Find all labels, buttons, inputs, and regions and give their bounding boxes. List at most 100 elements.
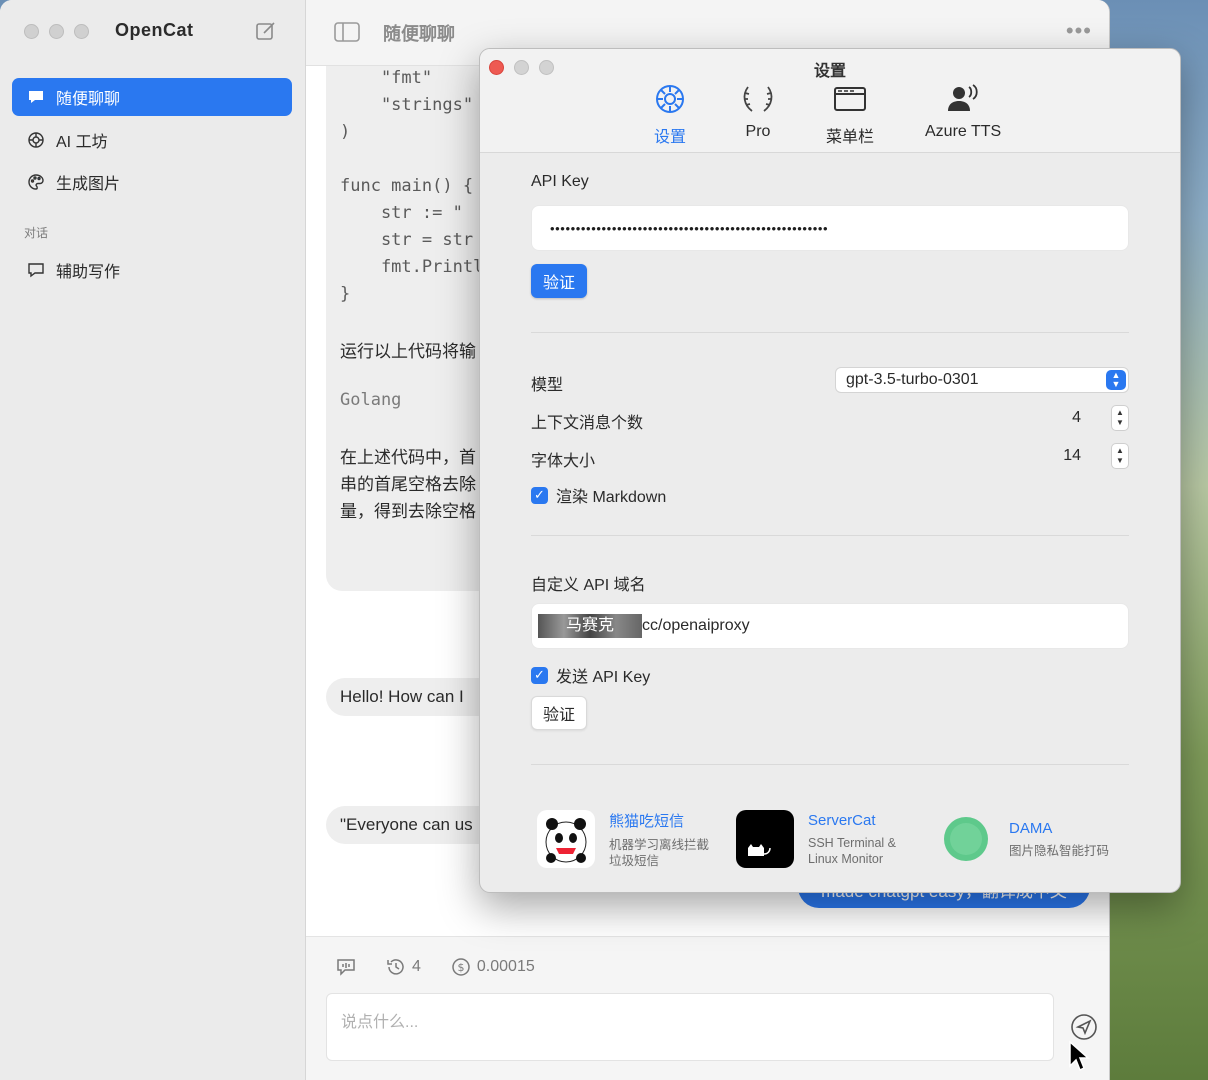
divider bbox=[531, 764, 1129, 765]
verify-api-key-button[interactable]: 验证 bbox=[531, 264, 587, 298]
sidebar-item-label: 生成图片 bbox=[56, 176, 121, 193]
send-button[interactable] bbox=[1070, 1013, 1098, 1041]
api-key-value: ••••••••••••••••••••••••••••••••••••••••… bbox=[550, 220, 829, 236]
history-icon bbox=[387, 959, 404, 975]
gear-icon bbox=[652, 81, 688, 117]
font-size-value[interactable]: 14 bbox=[1021, 447, 1081, 465]
context-count[interactable]: 4 bbox=[386, 957, 421, 977]
custom-domain-label: 自定义 API 域名 bbox=[531, 577, 646, 594]
laurel-icon bbox=[740, 81, 776, 117]
api-key-field[interactable]: ••••••••••••••••••••••••••••••••••••••••… bbox=[531, 205, 1129, 251]
more-options-button[interactable]: ••• bbox=[1066, 18, 1092, 44]
settings-title: 设置 bbox=[813, 63, 846, 80]
tab-label: 菜单栏 bbox=[826, 129, 875, 146]
tab-label: Azure TTS bbox=[925, 123, 1002, 140]
input-placeholder: 说点什么... bbox=[341, 1014, 419, 1031]
verify-button-label: 验证 bbox=[542, 707, 575, 724]
tab-azure-tts[interactable]: Azure TTS bbox=[925, 81, 1001, 141]
send-api-key-checkbox[interactable]: ✓ 发送 API Key bbox=[531, 663, 650, 687]
send-icon bbox=[1071, 1014, 1097, 1040]
custom-domain-field[interactable]: 马赛克 cc/openaiproxy bbox=[531, 603, 1129, 649]
tab-settings[interactable]: 设置 bbox=[652, 81, 688, 147]
chat-title: 随便聊聊 bbox=[383, 24, 455, 44]
panda-app-icon bbox=[537, 810, 595, 868]
promo-desc: 垃圾短信 bbox=[609, 853, 660, 868]
minimize-button[interactable] bbox=[49, 24, 64, 39]
promo-desc: SSH Terminal & bbox=[808, 835, 896, 850]
sidebar-item-ai-workshop[interactable]: AI 工坊 bbox=[12, 121, 292, 159]
chat-bubble-outline-icon bbox=[26, 260, 46, 280]
chevron-updown-icon: ▲ ▼ bbox=[1106, 370, 1126, 390]
custom-domain-value: cc/openaiproxy bbox=[642, 617, 750, 634]
promo-title: DAMA bbox=[1009, 819, 1053, 837]
promo-text: 熊猫吃短信 机器学习离线拦截 垃圾短信 bbox=[609, 810, 709, 869]
checkmark-icon: ✓ bbox=[531, 666, 548, 684]
sidebar-item-label: AI 工坊 bbox=[56, 134, 108, 151]
divider bbox=[531, 535, 1129, 536]
new-chat-button[interactable] bbox=[255, 20, 277, 42]
promo-panda-sms[interactable]: 熊猫吃短信 机器学习离线拦截 垃圾短信 bbox=[537, 801, 709, 877]
sidebar-item-writing-assistant[interactable]: 辅助写作 bbox=[12, 251, 292, 289]
menubar-window-icon bbox=[832, 81, 868, 117]
tab-pro[interactable]: Pro bbox=[740, 81, 776, 141]
settings-toolbar: 设置 设置 Pro 菜单栏 Azure TTS bbox=[480, 49, 1180, 153]
dollar-icon: $ bbox=[452, 958, 470, 976]
cost-display: $ 0.00015 bbox=[451, 957, 535, 977]
window-controls bbox=[24, 24, 89, 39]
tab-menubar[interactable]: 菜单栏 bbox=[826, 81, 874, 147]
speaker-person-icon bbox=[945, 81, 981, 117]
message-input[interactable]: 说点什么... bbox=[326, 993, 1054, 1061]
sidebar-toggle-button[interactable] bbox=[334, 21, 360, 43]
sidebar-item-label: 辅助写作 bbox=[56, 264, 121, 281]
promo-title: ServerCat bbox=[808, 811, 876, 829]
redacted-text: 马赛克 bbox=[538, 614, 642, 638]
promo-dama[interactable]: DAMA 图片隐私智能打码 bbox=[937, 801, 1109, 877]
divider bbox=[531, 332, 1129, 333]
settings-body: API Key ••••••••••••••••••••••••••••••••… bbox=[480, 153, 1180, 892]
cost-value: 0.00015 bbox=[476, 958, 535, 975]
font-size-label: 字体大小 bbox=[531, 453, 596, 470]
close-button[interactable] bbox=[24, 24, 39, 39]
promo-servercat[interactable]: ServerCat SSH Terminal & Linux Monitor bbox=[736, 801, 896, 877]
model-label: 模型 bbox=[531, 377, 564, 394]
model-select[interactable]: gpt-3.5-turbo-0301 ▲ ▼ bbox=[835, 367, 1129, 393]
chat-stats: 4 $ 0.00015 bbox=[336, 957, 535, 977]
sidebar-item-generate-image[interactable]: 生成图片 bbox=[12, 163, 292, 201]
openai-icon bbox=[26, 130, 46, 150]
context-count-value: 4 bbox=[412, 958, 421, 975]
palette-icon bbox=[26, 172, 46, 192]
font-size-stepper[interactable]: ▲ ▼ bbox=[1111, 443, 1129, 469]
zoom-button[interactable] bbox=[74, 24, 89, 39]
model-select-value: gpt-3.5-turbo-0301 bbox=[846, 371, 979, 388]
render-markdown-checkbox[interactable]: ✓ 渲染 Markdown bbox=[531, 483, 666, 507]
settings-window: 设置 设置 Pro 菜单栏 Azure TTS API Key ••••••••… bbox=[479, 48, 1181, 893]
speech-bubble-icon bbox=[337, 959, 355, 976]
promo-text: DAMA 图片隐私智能打码 bbox=[1009, 820, 1109, 859]
context-count-value[interactable]: 4 bbox=[1021, 409, 1081, 427]
svg-text:$: $ bbox=[457, 961, 464, 974]
promo-apps: 熊猫吃短信 机器学习离线拦截 垃圾短信 ServerCat SSH Termin… bbox=[531, 801, 1129, 877]
app-title: OpenCat bbox=[115, 20, 194, 40]
tab-label: Pro bbox=[745, 123, 771, 140]
message-text: "Everyone can us bbox=[340, 815, 473, 834]
message-text: Hello! How can I bbox=[340, 687, 464, 706]
verify-domain-button[interactable]: 验证 bbox=[531, 696, 587, 730]
tab-label: 设置 bbox=[653, 129, 686, 146]
sidebar-item-label: 随便聊聊 bbox=[56, 91, 121, 108]
sidebar-item-chat[interactable]: 随便聊聊 bbox=[12, 78, 292, 116]
api-key-label: API Key bbox=[531, 173, 589, 190]
servercat-app-icon bbox=[736, 810, 794, 868]
sidebar-toggle-icon bbox=[334, 22, 360, 42]
promo-desc: Linux Monitor bbox=[808, 851, 884, 866]
send-api-key-label: 发送 API Key bbox=[556, 669, 651, 686]
context-count-stepper[interactable]: ▲ ▼ bbox=[1111, 405, 1129, 431]
chat-footer: 4 $ 0.00015 说点什么... bbox=[306, 936, 1109, 1080]
promo-text: ServerCat SSH Terminal & Linux Monitor bbox=[808, 812, 896, 867]
sidebar: OpenCat 随便聊聊 AI 工坊 生成图片 对话 辅助写作 bbox=[0, 0, 306, 1080]
dama-app-icon bbox=[937, 810, 995, 868]
speech-toggle-button[interactable] bbox=[336, 958, 356, 976]
checkmark-icon: ✓ bbox=[531, 486, 548, 504]
render-markdown-label: 渲染 Markdown bbox=[556, 489, 667, 506]
promo-title: 熊猫吃短信 bbox=[609, 812, 685, 830]
promo-desc: 图片隐私智能打码 bbox=[1009, 843, 1110, 858]
